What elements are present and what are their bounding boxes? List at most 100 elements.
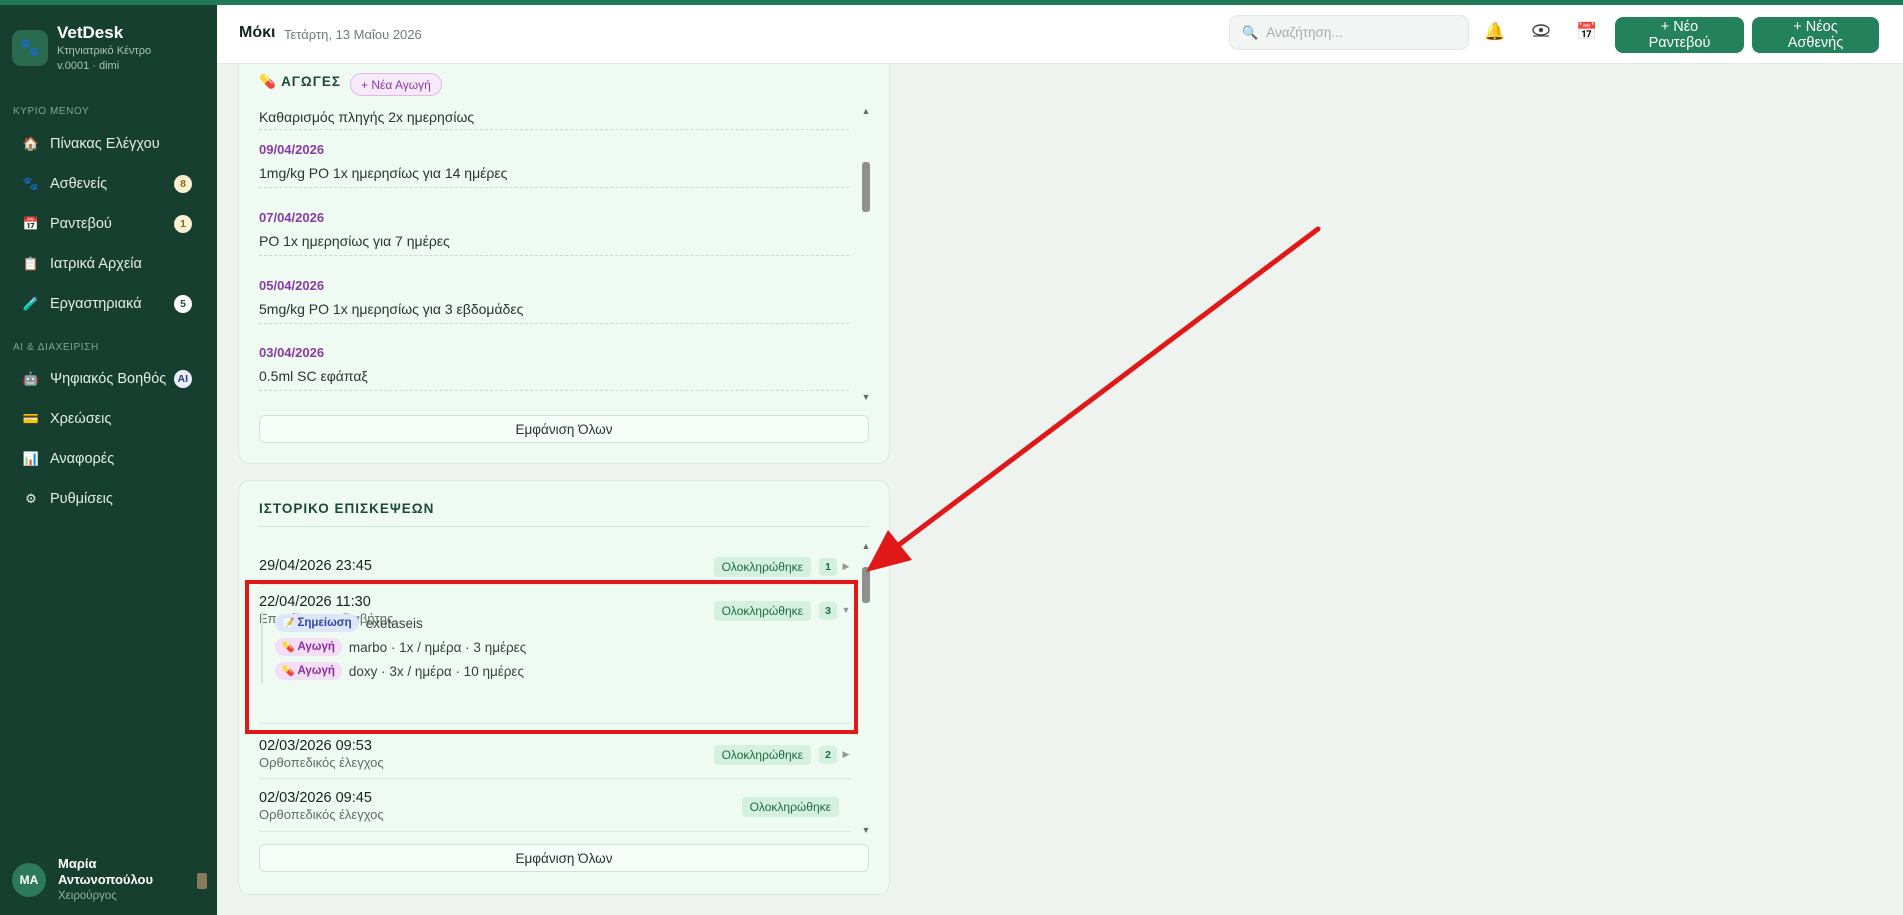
sidebar-item-label: Εργαστηριακά (50, 296, 142, 312)
sidebar-item-dashboard[interactable]: 🏠 Πίνακας Ελέγχου (8, 128, 208, 160)
sidebar-item-settings[interactable]: ⚙ Ρυθμίσεις (8, 483, 208, 515)
test-tube-icon: 🧪 (22, 296, 40, 311)
user-name-first: Μαρία (58, 856, 97, 871)
gear-icon: ⚙ (25, 491, 37, 506)
list-item: 07/04/2026 PO 1x ημερησίως για 7 ημέρες (259, 206, 849, 256)
scroll-thumb[interactable] (862, 162, 870, 212)
visit-item-count: 2 (819, 746, 837, 764)
top-accent-bar (0, 0, 1903, 5)
treatment-desc: 1mg/kg PO 1x ημερησίως για 14 ημέρες (259, 165, 508, 181)
treatments-list[interactable]: Καθαρισμός πληγής 2x ημερησίως 09/04/202… (259, 104, 851, 400)
visit-row[interactable]: 29/04/2026 23:45 Ολοκληρώθηκε 1 ▶ (259, 557, 851, 579)
sidebar-item-label: Χρεώσεις (50, 411, 112, 427)
list-item: 05/04/2026 5mg/kg PO 1x ημερησίως για 3 … (259, 274, 849, 324)
scroll-up-icon[interactable]: ▲ (861, 106, 871, 116)
sidebar-item-labs[interactable]: 🧪 Εργαστηριακά 5 (8, 288, 208, 320)
history-scrollbar[interactable]: ▲ ▼ (861, 541, 871, 836)
annotation-highlight-box (245, 580, 858, 734)
visit-row[interactable]: 02/03/2026 09:53 Ορθοπεδικός έλεγχος Ολο… (259, 737, 851, 773)
search-icon: 🔍 (1242, 24, 1259, 40)
divider (259, 778, 851, 779)
sidebar-item-appointments[interactable]: 📅 Ραντεβού 1 (8, 208, 208, 240)
history-title: ΙΣΤΟΡΙΚΟ ΕΠΙΣΚΕΨΕΩΝ (259, 501, 435, 516)
sidebar-item-label: Ιατρικά Αρχεία (50, 256, 142, 272)
sidebar-item-label: Αναφορές (50, 451, 115, 467)
visit-row[interactable]: 02/03/2026 09:45 Ορθοπεδικός έλεγχος Ολο… (259, 789, 851, 825)
status-badge: Ολοκληρώθηκε (713, 557, 811, 577)
current-date: Τετάρτη, 13 Μαΐου 2026 (284, 27, 422, 42)
eye-icon[interactable] (1529, 22, 1553, 42)
credit-card-icon: 💳 (22, 411, 40, 426)
brand[interactable]: 🐾 VetDesk Κτηνιατρικό Κέντρο v.0001 · di… (12, 22, 151, 74)
scroll-thumb[interactable] (862, 567, 870, 603)
chevron-right-icon[interactable]: ▶ (841, 561, 851, 572)
sidebar-item-label: Πίνακας Ελέγχου (50, 136, 160, 152)
search-input[interactable] (1266, 25, 1457, 40)
sidebar-item-billing[interactable]: 💳 Χρεώσεις (8, 403, 208, 435)
history-divider (259, 526, 869, 527)
chevron-right-icon[interactable]: ▶ (841, 749, 851, 760)
user-profile[interactable]: MA Μαρία Αντωνοπούλου Χειρούργος (12, 855, 207, 905)
bell-icon[interactable]: 🔔 (1483, 22, 1507, 42)
treatments-show-all-button[interactable]: Εμφάνιση Όλων (259, 415, 869, 443)
treatments-title: 💊 ΑΓΩΓΕΣ (259, 74, 341, 90)
sidebar-item-patients[interactable]: 🐾 Ασθενείς 8 (8, 168, 208, 200)
pill-icon: 💊 (259, 74, 277, 89)
brand-version: v.0001 · dimi (57, 60, 120, 72)
nav-section-main: ΚΥΡΙΟ ΜΕΝΟΥ (13, 106, 90, 117)
sidebar: 🐾 VetDesk Κτηνιατρικό Κέντρο v.0001 · di… (0, 0, 217, 915)
sidebar-item-reports[interactable]: 📊 Αναφορές (8, 443, 208, 475)
avatar: MA (12, 863, 46, 897)
logout-icon[interactable] (197, 873, 207, 889)
calendar-icon: 📅 (22, 216, 40, 231)
sidebar-item-medical-records[interactable]: 📋 Ιατρικά Αρχεία (8, 248, 208, 280)
history-show-all-button[interactable]: Εμφάνιση Όλων (259, 844, 869, 872)
sidebar-item-assistant[interactable]: 🤖 Ψηφιακός Βοηθός AI (8, 363, 208, 395)
treatments-title-text: ΑΓΩΓΕΣ (281, 74, 341, 89)
visit-item-count: 1 (819, 558, 837, 576)
status-badge: Ολοκληρώθηκε (713, 745, 811, 765)
patients-count-badge: 8 (174, 175, 192, 193)
ai-badge: AI (173, 370, 192, 388)
treatment-desc: Καθαρισμός πληγής 2x ημερησίως (259, 109, 475, 125)
sidebar-item-label: Ραντεβού (50, 216, 112, 232)
treatment-date: 07/04/2026 (259, 210, 325, 225)
calendar-icon[interactable]: 📅 (1575, 22, 1599, 42)
treatment-date: 05/04/2026 (259, 278, 325, 293)
paw-icon: 🐾 (22, 176, 40, 191)
new-treatment-button[interactable]: + Νέα Αγωγή (350, 73, 442, 96)
robot-icon: 🤖 (22, 371, 40, 386)
top-header: Μόκι Τετάρτη, 13 Μαΐου 2026 🔍 🔔 📅 + Νέο … (217, 5, 1903, 64)
sidebar-item-label: Ρυθμίσεις (50, 491, 113, 507)
sidebar-item-label: Ψηφιακός Βοηθός (50, 371, 167, 387)
scroll-down-icon[interactable]: ▼ (861, 392, 871, 402)
user-role: Χειρούργος (58, 890, 117, 902)
new-appointment-button[interactable]: + Νέο Ραντεβού (1615, 17, 1744, 53)
home-icon: 🏠 (22, 136, 40, 151)
appointments-count-badge: 1 (174, 215, 192, 233)
sidebar-item-label: Ασθενείς (50, 176, 108, 192)
brand-name: VetDesk (57, 23, 124, 42)
search-box[interactable]: 🔍 (1229, 15, 1469, 50)
user-name-last: Αντωνοπούλου (58, 872, 154, 887)
paw-icon: 🐾 (12, 30, 48, 66)
divider (259, 831, 851, 832)
list-item: 09/04/2026 1mg/kg PO 1x ημερησίως για 14… (259, 138, 849, 188)
treatment-date: 09/04/2026 (259, 142, 325, 157)
scroll-up-icon[interactable]: ▲ (861, 541, 871, 551)
clipboard-icon: 📋 (22, 256, 40, 271)
treatments-card: 💊 ΑΓΩΓΕΣ + Νέα Αγωγή Καθαρισμός πληγής 2… (238, 64, 890, 464)
treatments-scrollbar[interactable]: ▲ ▼ (861, 106, 871, 402)
bar-chart-icon: 📊 (22, 451, 40, 466)
treatment-desc: 0.5ml SC εφάπαξ (259, 368, 368, 384)
brand-subtitle: Κτηνιατρικό Κέντρο (57, 45, 152, 57)
treatment-desc: 5mg/kg PO 1x ημερησίως για 3 εβδομάδες (259, 301, 524, 317)
nav-section-ai: AI & ΔΙΑΧΕΙΡΙΣΗ (13, 342, 99, 353)
page-title: Μόκι (239, 24, 276, 41)
list-item: 03/04/2026 0.5ml SC εφάπαξ (259, 341, 849, 391)
treatment-date: 03/04/2026 (259, 345, 325, 360)
new-patient-button[interactable]: + Νέος Ασθενής (1752, 17, 1879, 53)
scroll-down-icon[interactable]: ▼ (861, 825, 871, 835)
treatment-desc: PO 1x ημερησίως για 7 ημέρες (259, 233, 450, 249)
status-badge: Ολοκληρώθηκε (741, 797, 839, 817)
